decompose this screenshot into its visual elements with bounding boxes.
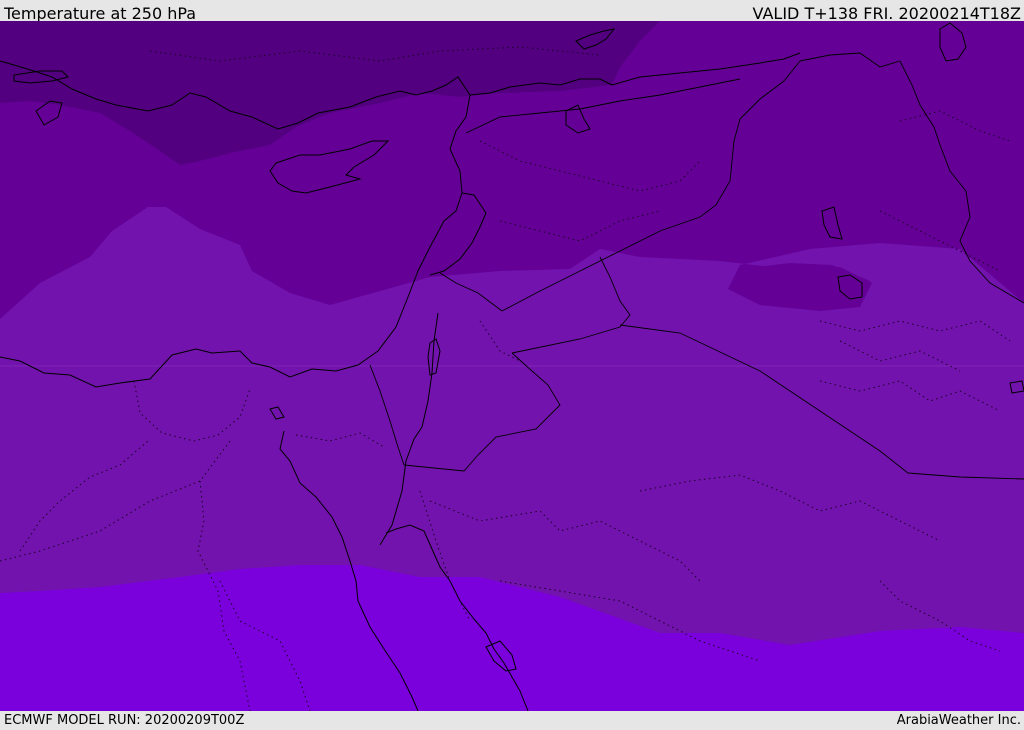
- map-title: Temperature at 250 hPa: [4, 4, 197, 21]
- header-bar: Temperature at 250 hPa VALID T+138 FRI. …: [0, 0, 1024, 21]
- weather-map: [0, 21, 1024, 711]
- valid-time: VALID T+138 FRI. 20200214T18Z: [752, 4, 1021, 21]
- credit: ArabiaWeather Inc.: [896, 713, 1021, 728]
- footer-bar: ECMWF MODEL RUN: 20200209T00Z ArabiaWeat…: [0, 711, 1024, 729]
- model-run: ECMWF MODEL RUN: 20200209T00Z: [4, 713, 245, 728]
